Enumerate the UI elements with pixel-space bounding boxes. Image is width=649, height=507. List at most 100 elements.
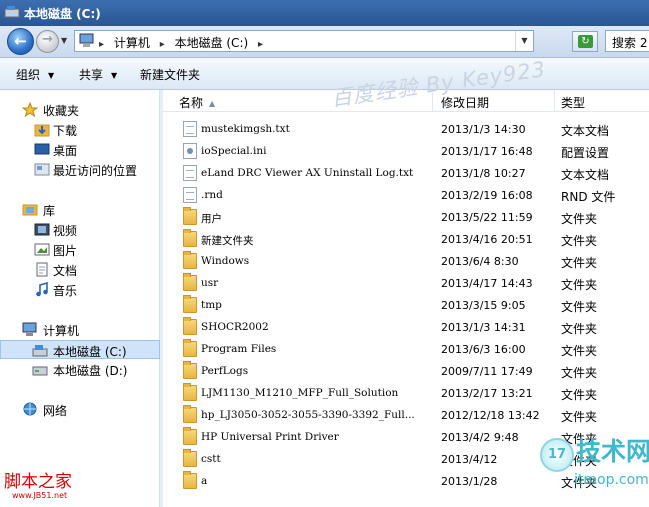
address-bar[interactable]: ▸ 计算机 ▸ 本地磁盘 (C:) ▸ ▼ [74,30,534,52]
breadcrumb-computer[interactable]: 计算机 [114,36,150,50]
nav-recent[interactable]: 最近访问的位置 [0,160,160,179]
file-name: 用户 [201,213,222,225]
file-modified-date: 2013/4/12 [441,453,498,466]
drive-c-icon [32,345,48,357]
file-type: 文本文档 [561,124,610,138]
file-row[interactable]: tmp 2013/3/15 9:05 文件夹 [163,294,649,316]
share-button[interactable]: 共享 ▼ [79,66,117,83]
file-type: 文件夹 [561,278,598,292]
folder-icon [183,273,197,291]
navigation-pane: 收藏夹 下载 桌面 最近访问的位置 库 视频 图片 文档 音乐 计算机 本地磁盘… [0,90,160,507]
file-row[interactable]: ioSpecial.ini 2013/1/17 16:48 配置设置 [163,140,649,162]
network-icon [23,402,37,416]
folder-icon [183,471,197,489]
sort-arrow-icon: ▲ [209,99,216,108]
breadcrumb: ▸ 计算机 ▸ 本地磁盘 (C:) ▸ [99,34,269,51]
file-row[interactable]: Program Files 2013/6/3 16:00 文件夹 [163,338,649,360]
file-type: 文件夹 [561,344,598,358]
file-type: 文件夹 [561,410,598,424]
file-row[interactable]: 用户 2013/5/22 11:59 文件夹 [163,206,649,228]
command-bar: 组织 ▼ 共享 ▼ 新建文件夹 [0,58,649,90]
breadcrumb-chevron-icon[interactable]: ▸ [99,39,104,50]
nav-pictures[interactable]: 图片 [0,240,160,259]
video-icon [34,223,50,236]
folder-icon [183,427,197,445]
refresh-icon: ↻ [578,35,593,48]
file-row[interactable]: usr 2013/4/17 14:43 文件夹 [163,272,649,294]
itmop-title: 技术网 [576,437,649,466]
breadcrumb-chevron-icon[interactable]: ▸ [160,39,165,50]
itmop-watermark: 17 技术网 itmop.com [538,432,649,498]
nav-computer[interactable]: 计算机 [0,320,160,339]
file-row[interactable]: hp_LJ3050-3052-3055-3390-3392_Full... 201… [163,404,649,426]
file-row[interactable]: LJM1130_M1210_MFP_Full_Solution 2013/2/17… [163,382,649,404]
file-modified-date: 2013/1/3 14:31 [441,321,526,334]
nav-music[interactable]: 音乐 [0,280,160,299]
documents-icon [36,262,48,277]
nav-drive-d-label: 本地磁盘 (D:) [53,364,128,378]
file-type: 文件夹 [561,366,598,380]
file-name: SHOCR2002 [201,321,269,333]
library-icon [22,204,38,216]
arrow-left-icon: ← [14,32,27,50]
arrow-right-icon: → [42,32,53,47]
nav-documents-label: 文档 [53,264,78,278]
text-file-icon [183,121,197,137]
nav-drive-d[interactable]: 本地磁盘 (D:) [0,360,160,379]
nav-network[interactable]: 网络 [0,400,160,419]
file-modified-date: 2013/1/17 16:48 [441,145,533,158]
text-file-icon [183,187,197,203]
file-name: Windows [201,255,250,267]
nav-documents[interactable]: 文档 [0,260,160,279]
nav-downloads[interactable]: 下载 [0,120,160,139]
search-input[interactable]: 搜索 2 [605,30,649,52]
forward-button[interactable]: → [36,30,59,53]
file-modified-date: 2013/3/15 9:05 [441,299,526,312]
file-modified-date: 2012/12/18 13:42 [441,409,540,422]
file-name: LJM1130_M1210_MFP_Full_Solution [201,387,399,399]
file-type: 文件夹 [561,234,598,248]
column-header-type[interactable]: 类型 [555,90,649,112]
file-type: 文件夹 [561,322,598,336]
file-row[interactable]: 新建文件夹 2013/4/16 20:51 文件夹 [163,228,649,250]
recent-pages-dropdown[interactable]: ▼ [61,36,71,46]
file-type: 文件夹 [561,256,598,270]
settings-file-icon [183,143,197,159]
chevron-down-icon: ▼ [48,71,55,80]
itmop-url: itmop.com [574,472,649,488]
folder-icon [183,207,197,225]
nav-favorites[interactable]: 收藏夹 [0,100,160,119]
folder-icon [183,383,197,401]
file-row[interactable]: eLand DRC Viewer AX Uninstall Log.txt 201… [163,162,649,184]
file-name: a [201,475,208,487]
itmop-circle-logo: 17 [540,438,574,472]
file-row[interactable]: mustekimgsh.txt 2013/1/3 14:30 文本文档 [163,118,649,140]
breadcrumb-chevron-icon[interactable]: ▸ [258,39,263,50]
new-folder-button[interactable]: 新建文件夹 [140,66,200,83]
file-modified-date: 2013/4/16 20:51 [441,233,533,246]
nav-videos[interactable]: 视频 [0,220,160,239]
file-name: Program Files [201,343,277,355]
refresh-button[interactable]: ↻ [572,31,598,52]
desktop-icon [34,143,50,155]
file-row[interactable]: SHOCR2002 2013/1/3 14:31 文件夹 [163,316,649,338]
nav-libraries[interactable]: 库 [0,200,160,219]
music-icon [36,282,48,297]
file-modified-date: 2013/5/22 11:59 [441,211,533,224]
file-type: 文件夹 [561,300,598,314]
file-row[interactable]: PerfLogs 2009/7/11 17:49 文件夹 [163,360,649,382]
folder-icon [183,361,197,379]
file-row[interactable]: .rnd 2013/2/19 16:08 RND 文件 [163,184,649,206]
nav-desktop[interactable]: 桌面 [0,140,160,159]
breadcrumb-drive-c[interactable]: 本地磁盘 (C:) [175,36,249,50]
folder-icon [183,339,197,357]
back-button[interactable]: ← [7,28,34,55]
file-type: 配置设置 [561,146,610,160]
address-dropdown-button[interactable]: ▼ [515,31,533,51]
nav-videos-label: 视频 [53,224,78,238]
file-modified-date: 2013/6/3 16:00 [441,343,526,356]
file-name: 新建文件夹 [201,235,254,247]
nav-drive-c[interactable]: 本地磁盘 (C:) [0,340,160,359]
organize-button[interactable]: 组织 ▼ [16,66,54,83]
file-row[interactable]: Windows 2013/6/4 8:30 文件夹 [163,250,649,272]
